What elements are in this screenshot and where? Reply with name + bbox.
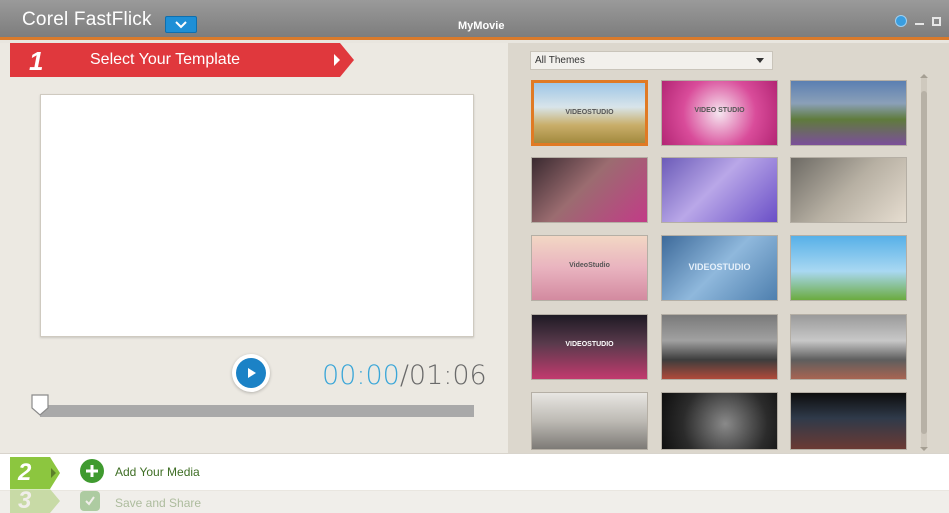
video-preview[interactable] bbox=[40, 94, 474, 337]
step3-bar[interactable]: 3 Save and Share bbox=[0, 487, 949, 513]
preview-panel: 1 Select Your Template 00:00/01:06 bbox=[0, 43, 508, 453]
globe-icon[interactable] bbox=[895, 15, 907, 27]
play-button[interactable] bbox=[232, 354, 270, 392]
chevron-right-icon bbox=[334, 54, 340, 66]
scrubber-handle[interactable] bbox=[31, 394, 49, 416]
title-bar: Corel FastFlick MyMovie bbox=[0, 0, 949, 40]
template-thumbnail[interactable] bbox=[790, 314, 907, 380]
dropdown-caret-icon bbox=[756, 58, 764, 63]
template-thumbnail[interactable] bbox=[661, 157, 778, 223]
gallery-scroll-thumb[interactable] bbox=[921, 91, 927, 434]
template-title: VIDEOSTUDIO bbox=[565, 109, 614, 116]
scroll-up-icon[interactable] bbox=[920, 74, 928, 78]
minimize-icon[interactable] bbox=[915, 22, 924, 25]
template-thumbnail[interactable] bbox=[790, 235, 907, 301]
template-title: VIDEO STUDIO bbox=[694, 107, 745, 114]
template-gallery: All Themes VIDEOSTUDIO VIDEO STUDIO VideoS… bbox=[508, 43, 949, 453]
chevron-right-icon bbox=[51, 468, 56, 478]
template-thumbnail[interactable]: VideoStudio bbox=[531, 235, 648, 301]
maximize-icon[interactable] bbox=[932, 16, 941, 26]
chevron-down-icon bbox=[175, 20, 187, 28]
template-thumbnail[interactable] bbox=[661, 314, 778, 380]
template-thumbnail[interactable] bbox=[531, 392, 648, 450]
play-icon bbox=[236, 358, 266, 388]
template-title: VIDEOSTUDIO bbox=[688, 262, 751, 272]
template-thumbnail[interactable] bbox=[790, 80, 907, 146]
step1-banner[interactable]: 1 Select Your Template bbox=[10, 43, 340, 77]
template-thumbnail[interactable] bbox=[790, 157, 907, 223]
window-controls bbox=[895, 15, 941, 27]
template-title: VideoStudio bbox=[569, 262, 610, 269]
scrubber-track[interactable] bbox=[40, 405, 474, 417]
save-share-icon[interactable] bbox=[80, 491, 100, 511]
time-separator: / bbox=[399, 360, 409, 391]
scroll-down-icon[interactable] bbox=[920, 447, 928, 451]
timecode: 00:00/01:06 bbox=[322, 360, 487, 391]
document-title: MyMovie bbox=[458, 20, 505, 32]
step1-label: Select Your Template bbox=[90, 51, 241, 68]
step1-number: 1 bbox=[29, 46, 44, 76]
template-thumbnail[interactable] bbox=[790, 392, 907, 450]
template-thumbnail[interactable]: VIDEOSTUDIO bbox=[531, 80, 648, 146]
total-time: 01:06 bbox=[408, 360, 487, 391]
template-thumbnail[interactable] bbox=[661, 392, 778, 450]
step3-label[interactable]: Save and Share bbox=[115, 496, 201, 510]
template-title: VIDEOSTUDIO bbox=[565, 341, 614, 348]
theme-filter-select[interactable]: All Themes bbox=[530, 51, 773, 70]
current-time: 00:00 bbox=[322, 360, 400, 391]
theme-filter-value: All Themes bbox=[535, 55, 585, 66]
template-thumbnail[interactable]: VIDEOSTUDIO bbox=[661, 235, 778, 301]
step2-bar[interactable]: 2 Add Your Media bbox=[0, 453, 949, 490]
add-media-icon[interactable] bbox=[80, 459, 104, 483]
step2-label[interactable]: Add Your Media bbox=[115, 465, 200, 479]
step3-chevron bbox=[50, 489, 60, 513]
template-thumbnail[interactable]: VIDEOSTUDIO bbox=[531, 314, 648, 380]
template-thumbnail[interactable] bbox=[531, 157, 648, 223]
app-menu-dropdown-button[interactable] bbox=[165, 16, 197, 33]
step1-chevron bbox=[340, 43, 354, 77]
app-name: Corel FastFlick bbox=[22, 9, 152, 30]
step2-number: 2 bbox=[18, 459, 32, 486]
step3-number: 3 bbox=[18, 487, 32, 513]
template-thumbnail[interactable]: VIDEO STUDIO bbox=[661, 80, 778, 146]
